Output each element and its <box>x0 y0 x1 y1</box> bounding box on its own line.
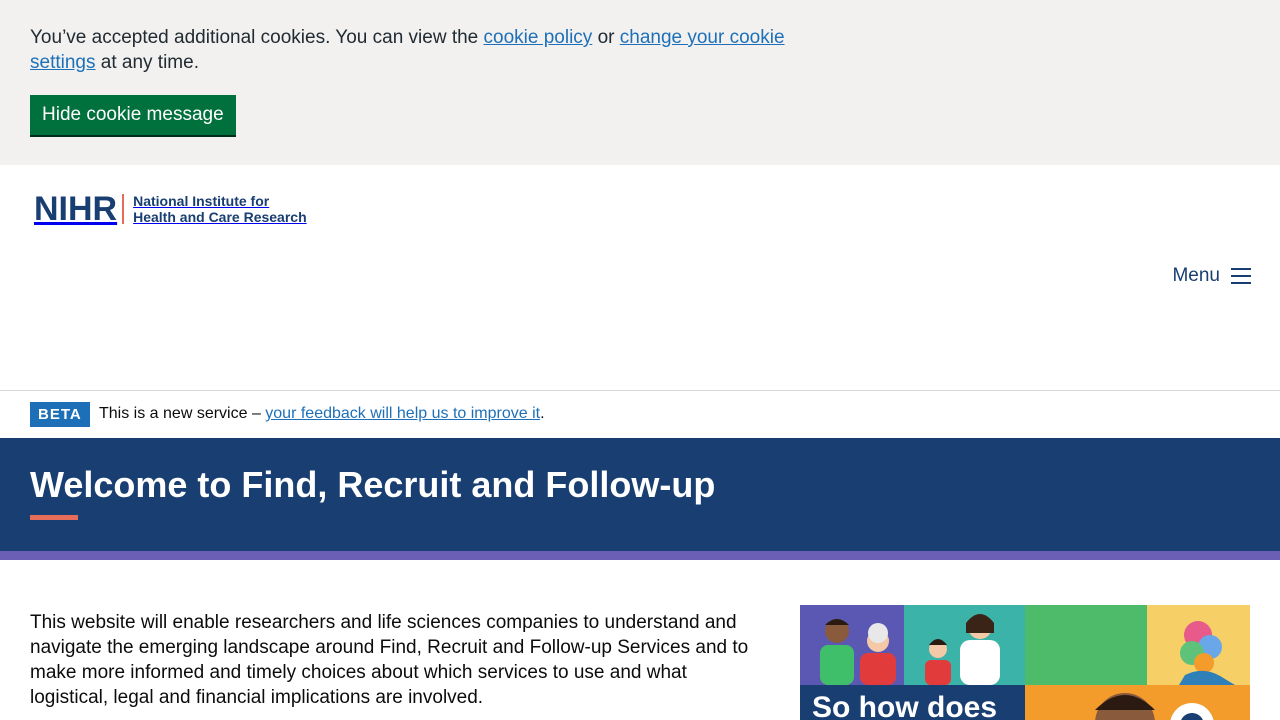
promo-video-thumbnail[interactable]: So how does <box>800 605 1250 720</box>
nihr-logo[interactable]: NIHR National Institute for Health and C… <box>34 192 307 226</box>
beta-tag: BETA <box>30 402 90 427</box>
logo-line-2: Health and Care Research <box>133 209 307 225</box>
promo-caption: So how does <box>812 691 997 720</box>
beta-message: This is a new service – your feedback wi… <box>99 403 545 425</box>
person-illustration-3 <box>960 614 1000 685</box>
tile-green <box>1025 605 1147 685</box>
cookie-banner: You’ve accepted additional cookies. You … <box>0 0 1280 165</box>
beta-banner: BETA This is a new service – your feedba… <box>0 392 1280 438</box>
hide-cookie-message-button[interactable]: Hide cookie message <box>30 95 236 135</box>
site-header: NIHR National Institute for Health and C… <box>0 165 1280 391</box>
cookie-policy-link[interactable]: cookie policy <box>484 27 593 48</box>
promo-illustration: So how does <box>800 605 1250 720</box>
logo-line-1: National Institute for <box>133 193 270 209</box>
feedback-link[interactable]: your feedback will help us to improve it <box>265 405 540 422</box>
intro-paragraph: This website will enable researchers and… <box>30 612 749 708</box>
page-hero: Welcome to Find, Recruit and Follow-up <box>0 438 1280 551</box>
cookie-message: You’ve accepted additional cookies. You … <box>30 25 810 75</box>
menu-button[interactable]: Menu <box>1172 265 1251 287</box>
cookie-text-end: at any time. <box>95 52 199 73</box>
title-accent-bar <box>30 515 78 520</box>
cookie-text-or: or <box>592 27 620 48</box>
logo-text: National Institute for Health and Care R… <box>133 193 307 225</box>
beta-period: . <box>540 405 545 422</box>
page-title: Welcome to Find, Recruit and Follow-up <box>30 464 716 505</box>
beta-text: This is a new service – <box>99 405 266 422</box>
menu-label: Menu <box>1172 265 1220 286</box>
logo-mark: NIHR <box>34 190 118 228</box>
hero-stripe <box>0 551 1280 560</box>
cookie-text-start: You’ve accepted additional cookies. You … <box>30 27 484 48</box>
logo-divider <box>122 194 125 224</box>
hamburger-icon <box>1231 268 1251 284</box>
